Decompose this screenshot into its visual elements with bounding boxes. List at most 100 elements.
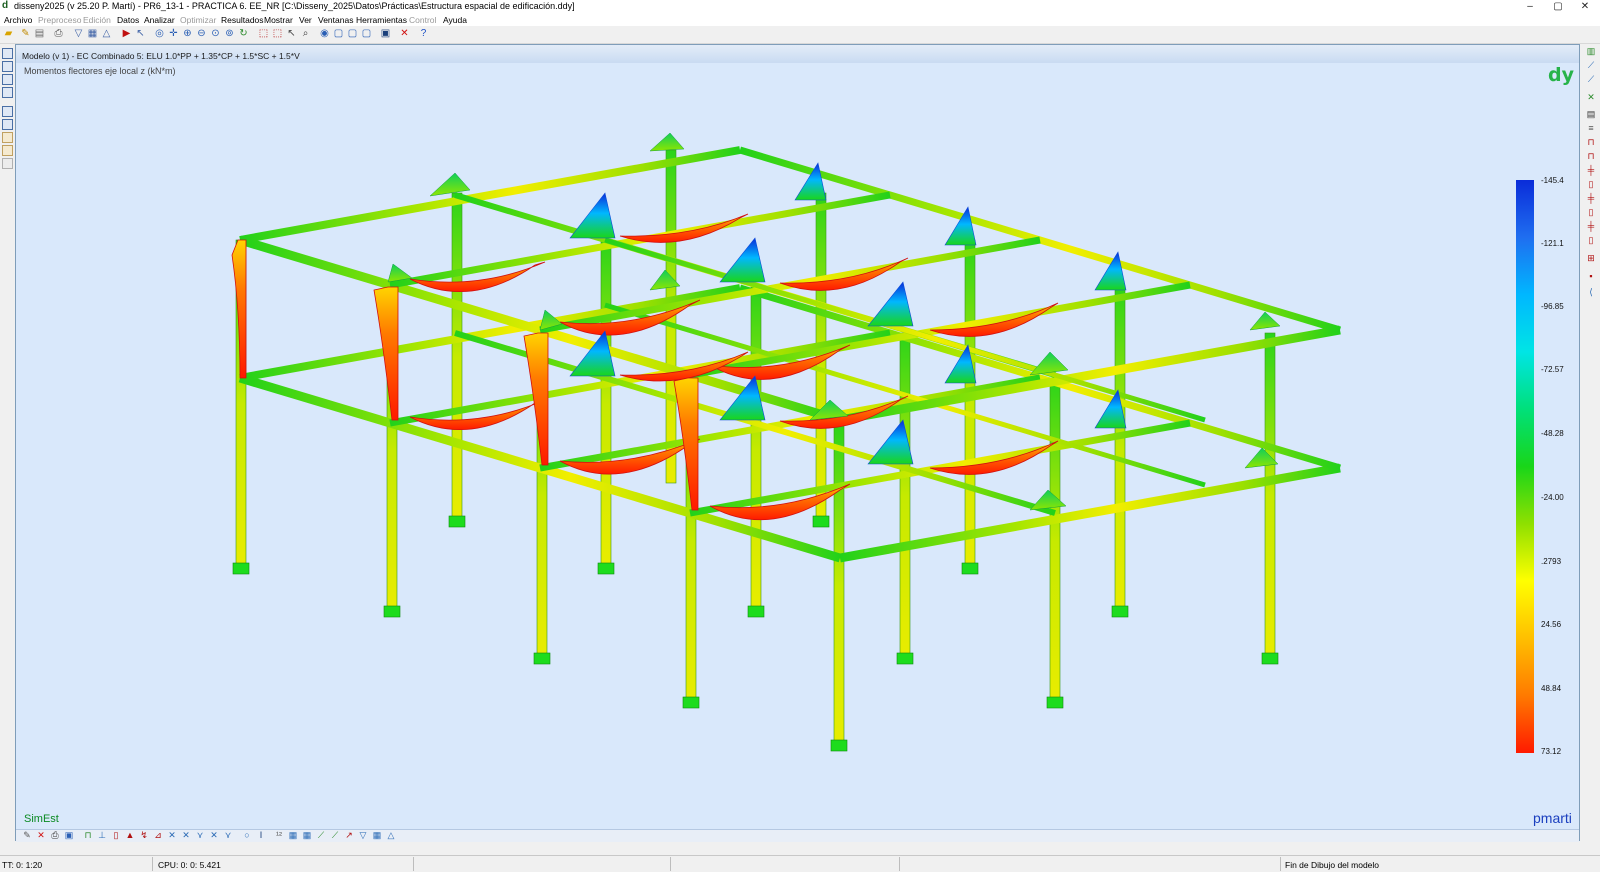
refresh-icon[interactable]: ↻ [238, 28, 249, 39]
label-icon[interactable]: ¹² [274, 830, 284, 840]
help-icon[interactable]: ? [418, 28, 429, 39]
member-icon[interactable]: ▯ [1586, 236, 1596, 245]
panel-icon[interactable] [2, 145, 13, 156]
menu-resultados[interactable]: Resultados [221, 15, 264, 25]
axes-icon[interactable]: ⋎ [195, 830, 205, 840]
menu-ayuda[interactable]: Ayuda [443, 15, 467, 25]
select-icon[interactable]: ⬚ [258, 28, 269, 39]
view-3d-icon[interactable]: ◉ [319, 28, 330, 39]
edit-icon[interactable]: ✎ [22, 830, 32, 840]
filter-icon[interactable]: ▽ [73, 28, 84, 39]
link-icon[interactable]: ⟨ [1586, 288, 1596, 297]
axes-icon[interactable]: ✕ [209, 830, 219, 840]
pointer-icon[interactable]: ↖ [135, 28, 146, 39]
member-icon[interactable]: ▯ [1586, 208, 1596, 217]
load-icon[interactable]: ▲ [125, 830, 135, 840]
moment-icon[interactable]: ↯ [139, 830, 149, 840]
diagram-icon[interactable]: ⊿ [153, 830, 163, 840]
structure-3d-model[interactable] [16, 63, 1579, 829]
watermark-left: SimEst [24, 813, 59, 825]
axes-icon[interactable]: ⋎ [223, 830, 233, 840]
panel-icon[interactable] [2, 74, 13, 85]
panel-icon[interactable] [2, 61, 13, 72]
text-icon[interactable]: I [256, 830, 266, 840]
node-icon[interactable]: ○ [242, 830, 252, 840]
menu-datos[interactable]: Datos [117, 15, 139, 25]
menu-control[interactable]: Control [409, 15, 436, 25]
table-icon[interactable]: ▦ [288, 830, 298, 840]
cursor-icon[interactable]: ↖ [286, 28, 297, 39]
model-canvas[interactable] [16, 63, 1579, 829]
view-side-icon[interactable]: ▢ [347, 28, 358, 39]
member-icon[interactable]: ▯ [1586, 180, 1596, 189]
axes-icon[interactable]: ✕ [167, 830, 177, 840]
member-icon[interactable]: ╪ [1586, 222, 1596, 231]
axes-icon[interactable]: ⊥ [97, 830, 107, 840]
frame-icon[interactable]: ⊓ [1586, 138, 1596, 147]
select-multi-icon[interactable]: ⬚ [272, 28, 283, 39]
query-icon[interactable]: ⌕ [300, 28, 311, 39]
line-icon[interactable]: ⟋ [316, 830, 326, 840]
menu-ventanas[interactable]: Ventanas [318, 15, 353, 25]
section-icon[interactable]: ▤ [1586, 110, 1596, 119]
shape-icon[interactable]: △ [386, 830, 396, 840]
zoom-all-icon[interactable]: ⊚ [224, 28, 235, 39]
view-top-icon[interactable]: ▢ [361, 28, 372, 39]
run-icon[interactable]: ▶ [121, 28, 132, 39]
axes-icon[interactable]: ✕ [181, 830, 191, 840]
panel-icon[interactable] [2, 119, 13, 130]
close-button[interactable]: ✕ [1572, 0, 1598, 13]
support-icon[interactable]: ▪ [1586, 272, 1596, 281]
save-icon[interactable]: ▤ [34, 28, 45, 39]
zoom-out-icon[interactable]: ⊖ [196, 28, 207, 39]
save-icon[interactable]: ▣ [64, 830, 74, 840]
open-folder-icon[interactable]: ▰ [3, 28, 14, 39]
table-icon[interactable]: ▦ [302, 830, 312, 840]
print-icon[interactable]: ⎙ [53, 28, 64, 39]
panel-icon[interactable] [2, 158, 13, 169]
shape-icon[interactable]: △ [101, 28, 112, 39]
results-icon[interactable]: ▥ [1586, 47, 1596, 56]
panel-icon[interactable] [2, 132, 13, 143]
menu-archivo[interactable]: Archivo [4, 15, 32, 25]
menu-edicion[interactable]: Edición [83, 15, 111, 25]
rotate-icon[interactable]: ◎ [154, 28, 165, 39]
menu-ver[interactable]: Ver [299, 15, 312, 25]
minimize-button[interactable]: – [1517, 0, 1543, 13]
close-icon[interactable]: ✕ [36, 830, 46, 840]
table-icon[interactable]: ▦ [372, 830, 382, 840]
menu-preproceso[interactable]: Preproceso [38, 15, 81, 25]
app-icon[interactable]: d [2, 1, 12, 11]
maximize-button[interactable]: ▢ [1545, 0, 1571, 13]
menu-optimizar[interactable]: Optimizar [180, 15, 216, 25]
axes-icon[interactable]: ✕ [1586, 93, 1596, 102]
edit-icon[interactable]: ✎ [20, 28, 31, 39]
node-icon[interactable]: ⊞ [1586, 254, 1596, 263]
member-icon[interactable]: ╪ [1586, 166, 1596, 175]
member-icon[interactable]: ▯ [111, 830, 121, 840]
menu-mostrar[interactable]: Mostrar [264, 15, 293, 25]
panel-icon[interactable] [2, 106, 13, 117]
menu-analizar[interactable]: Analizar [144, 15, 175, 25]
arrow-icon[interactable]: ↗ [344, 830, 354, 840]
zoom-in-icon[interactable]: ⊕ [182, 28, 193, 39]
zoom-window-icon[interactable]: ⊙ [210, 28, 221, 39]
print-icon[interactable]: ⎙ [50, 830, 60, 840]
delete-icon[interactable]: ✕ [399, 28, 410, 39]
calculator-icon[interactable]: ▣ [380, 28, 391, 39]
panel-icon[interactable] [2, 48, 13, 59]
diagram-icon[interactable]: ⟋ [1586, 61, 1596, 70]
view-front-icon[interactable]: ▢ [333, 28, 344, 39]
list-icon[interactable]: ≡ [1586, 124, 1596, 133]
line-icon[interactable]: ⟋ [330, 830, 340, 840]
filter-icon[interactable]: ▽ [358, 830, 368, 840]
table-icon[interactable]: ▦ [87, 28, 98, 39]
diagram-icon[interactable]: ⟋ [1586, 75, 1596, 84]
panel-icon[interactable] [2, 87, 13, 98]
menu-herramientas[interactable]: Herramientas [356, 15, 407, 25]
status-bar: TT: 0: 1:20 CPU: 0: 0: 5.421 Fin de Dibu… [0, 855, 1600, 872]
member-icon[interactable]: ╪ [1586, 194, 1596, 203]
frame-icon[interactable]: ⊓ [83, 830, 93, 840]
pan-icon[interactable]: ✛ [168, 28, 179, 39]
frame-icon[interactable]: ⊓ [1586, 152, 1596, 161]
